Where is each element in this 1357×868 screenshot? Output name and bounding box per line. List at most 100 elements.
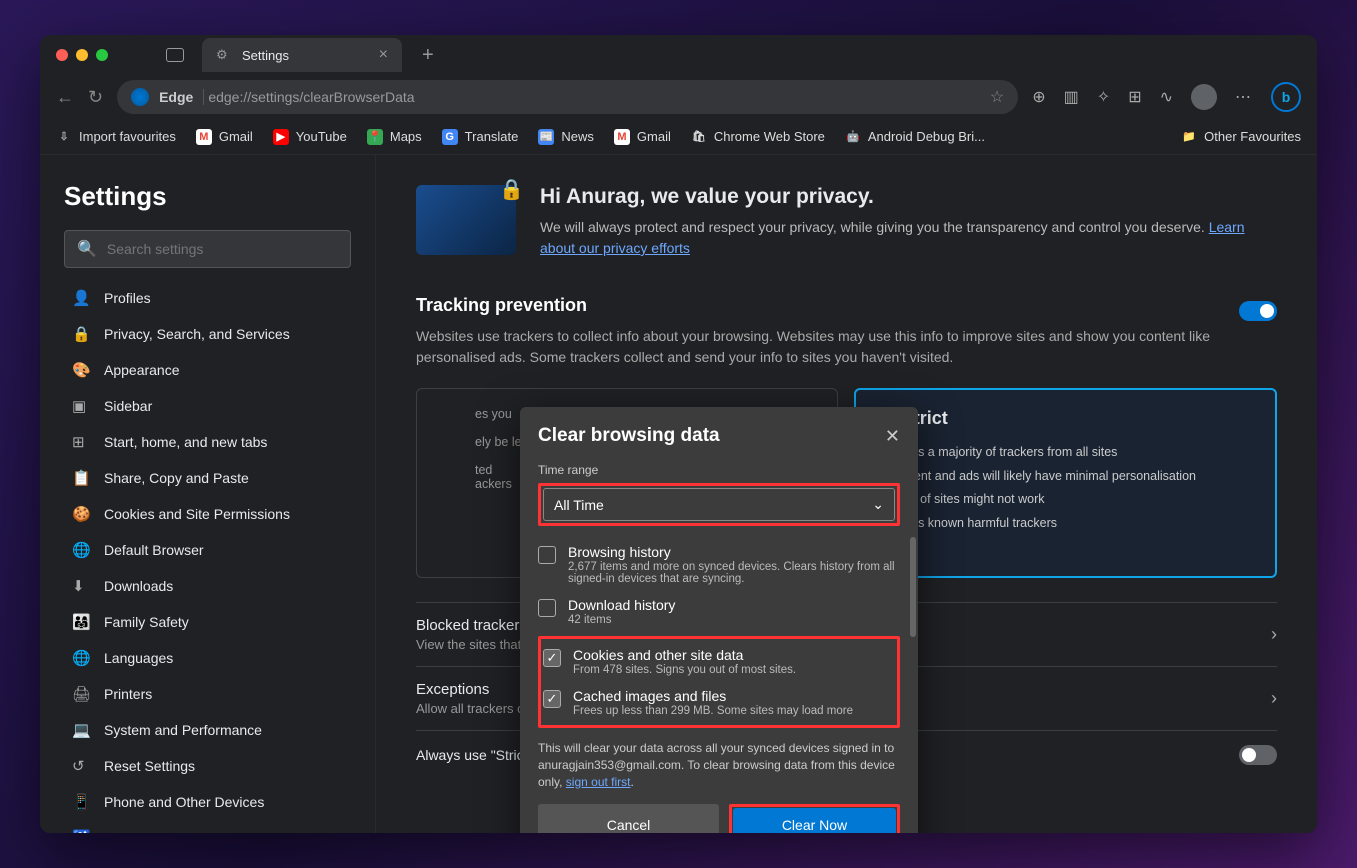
tracking-toggle[interactable] [1239, 301, 1277, 321]
bookmark-maps[interactable]: 📍Maps [367, 129, 422, 145]
sidebar-item-reset-settings[interactable]: ↺ Reset Settings [64, 748, 351, 784]
search-input[interactable] [107, 241, 338, 257]
performance-icon[interactable]: ∿ [1160, 87, 1173, 107]
sidebar-item-label: Printers [104, 686, 152, 702]
sidebar-item-profiles[interactable]: 👤Profiles [64, 280, 351, 316]
sidebar-item-icon: ♿ [72, 829, 90, 833]
inprivate-toggle[interactable] [1239, 745, 1277, 765]
cached-images-item[interactable]: ✓ Cached images and filesFrees up less t… [543, 682, 895, 723]
card-bullet: Content and ads will likely have minimal… [874, 465, 1258, 489]
tracking-title: Tracking prevention [416, 295, 587, 316]
sidebar-item-appearance[interactable]: 🎨 Appearance [64, 352, 351, 388]
sidebar-item-accessibility[interactable]: ♿ Accessibility [64, 820, 351, 833]
sidebar-item-printers[interactable]: 🖨 Printers [64, 676, 351, 712]
address-path: edge://settings/clearBrowserData [208, 89, 414, 105]
maximize-window[interactable] [96, 49, 108, 61]
sidebar-item-default-browser[interactable]: 🌐Default Browser [64, 532, 351, 568]
sidebar-item-cookies-and-site-permissions[interactable]: 🍪Cookies and Site Permissions [64, 496, 351, 532]
bookmark-youtube[interactable]: ▶YouTube [273, 129, 347, 145]
bookmark-news[interactable]: 📰News [538, 129, 594, 145]
browsing-history-item[interactable]: Browsing history2,677 items and more on … [538, 538, 900, 591]
browser-tab[interactable]: ⚙ Settings × [202, 38, 402, 72]
close-window[interactable] [56, 49, 68, 61]
sidebar-item-icon: ⬇ [72, 577, 90, 595]
bookmark-translate[interactable]: GTranslate [442, 129, 519, 145]
other-favourites[interactable]: 📁Other Favourites [1181, 129, 1301, 145]
sidebar-item-icon: 🌐 [72, 649, 90, 667]
sidebar-search[interactable]: 🔍 [64, 230, 351, 268]
modal-note: This will clear your data across all you… [538, 740, 900, 790]
menu-icon[interactable]: ⋯ [1235, 87, 1253, 107]
favorite-icon[interactable]: ☆ [990, 87, 1004, 107]
bookmark-gmail2[interactable]: MGmail [614, 129, 671, 145]
tracking-desc: Websites use trackers to collect info ab… [416, 326, 1277, 368]
time-range-select[interactable]: All Time ⌄ [543, 488, 895, 521]
bing-icon[interactable]: b [1271, 82, 1301, 112]
sidebar-item-system-and-performance[interactable]: 💻System and Performance [64, 712, 351, 748]
profile-avatar[interactable] [1191, 84, 1217, 110]
bookmark-android[interactable]: 🤖Android Debug Bri... [845, 129, 985, 145]
cancel-button[interactable]: Cancel [538, 804, 719, 833]
extensions-icon[interactable]: ⊕ [1032, 87, 1045, 107]
sidebar-item-icon: ↺ [72, 757, 90, 775]
card-bullet: Blocks known harmful trackers [874, 512, 1258, 536]
sidebar-item-icon: 🖨 [72, 685, 90, 703]
cookies-item[interactable]: ✓ Cookies and other site dataFrom 478 si… [543, 641, 895, 682]
sign-out-link[interactable]: sign out first [566, 775, 631, 789]
sidebar-item-icon: 🎨 [72, 361, 90, 379]
reload-button[interactable]: ↻ [88, 87, 103, 108]
favorites-icon[interactable]: ✧ [1097, 87, 1110, 107]
sidebar-item-family-safety[interactable]: 👨‍👩‍👧Family Safety [64, 604, 351, 640]
new-tab-button[interactable]: + [422, 44, 434, 67]
collections-icon[interactable]: ⊞ [1128, 87, 1141, 107]
hero-title: Hi Anurag, we value your privacy. [540, 185, 1277, 209]
sidebar-item-label: Share, Copy and Paste [104, 470, 249, 486]
modal-title: Clear browsing data [538, 425, 720, 447]
split-icon[interactable]: ▥ [1064, 87, 1079, 107]
bookmarks-bar: ⇩Import favourites MGmail ▶YouTube 📍Maps… [40, 119, 1317, 155]
checkbox[interactable] [538, 546, 556, 564]
download-history-item[interactable]: Download history42 items [538, 591, 900, 632]
privacy-hero: Hi Anurag, we value your privacy. We wil… [416, 185, 1277, 259]
titlebar: ⚙ Settings × + [40, 35, 1317, 75]
tab-title: Settings [242, 48, 289, 63]
tab-overview-icon[interactable] [166, 48, 184, 62]
sidebar-item-start-home-and-new-tabs[interactable]: ⊞Start, home, and new tabs [64, 424, 351, 460]
sidebar-item-label: Privacy, Search, and Services [104, 326, 290, 342]
checkbox[interactable] [538, 599, 556, 617]
sidebar-item-label: Profiles [104, 290, 151, 306]
highlight-cookies-cache: ✓ Cookies and other site dataFrom 478 si… [538, 636, 900, 728]
close-icon[interactable]: ✕ [885, 426, 900, 447]
search-icon: 🔍 [77, 239, 97, 259]
highlight-time-range: All Time ⌄ [538, 483, 900, 526]
sidebar-item-label: Appearance [104, 362, 180, 378]
sidebar-item-label: Start, home, and new tabs [104, 434, 267, 450]
sidebar-item-phone-and-other-devices[interactable]: 📱Phone and Other Devices [64, 784, 351, 820]
sidebar-item-label: Languages [104, 650, 173, 666]
sidebar-item-downloads[interactable]: ⬇Downloads [64, 568, 351, 604]
sidebar-item-languages[interactable]: 🌐 Languages [64, 640, 351, 676]
bookmark-chrome-store[interactable]: 🛍Chrome Web Store [691, 129, 825, 145]
close-tab-icon[interactable]: × [379, 46, 388, 64]
sidebar-item-sidebar[interactable]: ▣Sidebar [64, 388, 351, 424]
sidebar-item-privacy-search-and-services[interactable]: 🔒Privacy, Search, and Services [64, 316, 351, 352]
modal-scrollbar[interactable] [910, 537, 916, 637]
sidebar-item-icon: ▣ [72, 397, 90, 415]
browser-window: ⚙ Settings × + ← ↻ Edge edge://settings/… [40, 35, 1317, 833]
checkbox[interactable]: ✓ [543, 649, 561, 667]
bookmark-gmail[interactable]: MGmail [196, 129, 253, 145]
minimize-window[interactable] [76, 49, 88, 61]
clear-now-button[interactable]: Clear Now [733, 808, 896, 833]
back-button[interactable]: ← [56, 87, 74, 108]
content-area: Settings 🔍 👤Profiles🔒Privacy, Search, an… [40, 155, 1317, 833]
highlight-clear-now: Clear Now [729, 804, 900, 833]
sidebar-item-label: Reset Settings [104, 758, 195, 774]
address-label: Edge [159, 89, 204, 105]
import-favourites[interactable]: ⇩Import favourites [56, 129, 176, 145]
checkbox[interactable]: ✓ [543, 690, 561, 708]
address-bar[interactable]: Edge edge://settings/clearBrowserData ☆ [117, 80, 1018, 114]
sidebar-item-label: Phone and Other Devices [104, 794, 264, 810]
sidebar-item-share-copy-and-paste[interactable]: 📋Share, Copy and Paste [64, 460, 351, 496]
sidebar-item-label: Accessibility [104, 830, 180, 833]
settings-sidebar: Settings 🔍 👤Profiles🔒Privacy, Search, an… [40, 155, 376, 833]
